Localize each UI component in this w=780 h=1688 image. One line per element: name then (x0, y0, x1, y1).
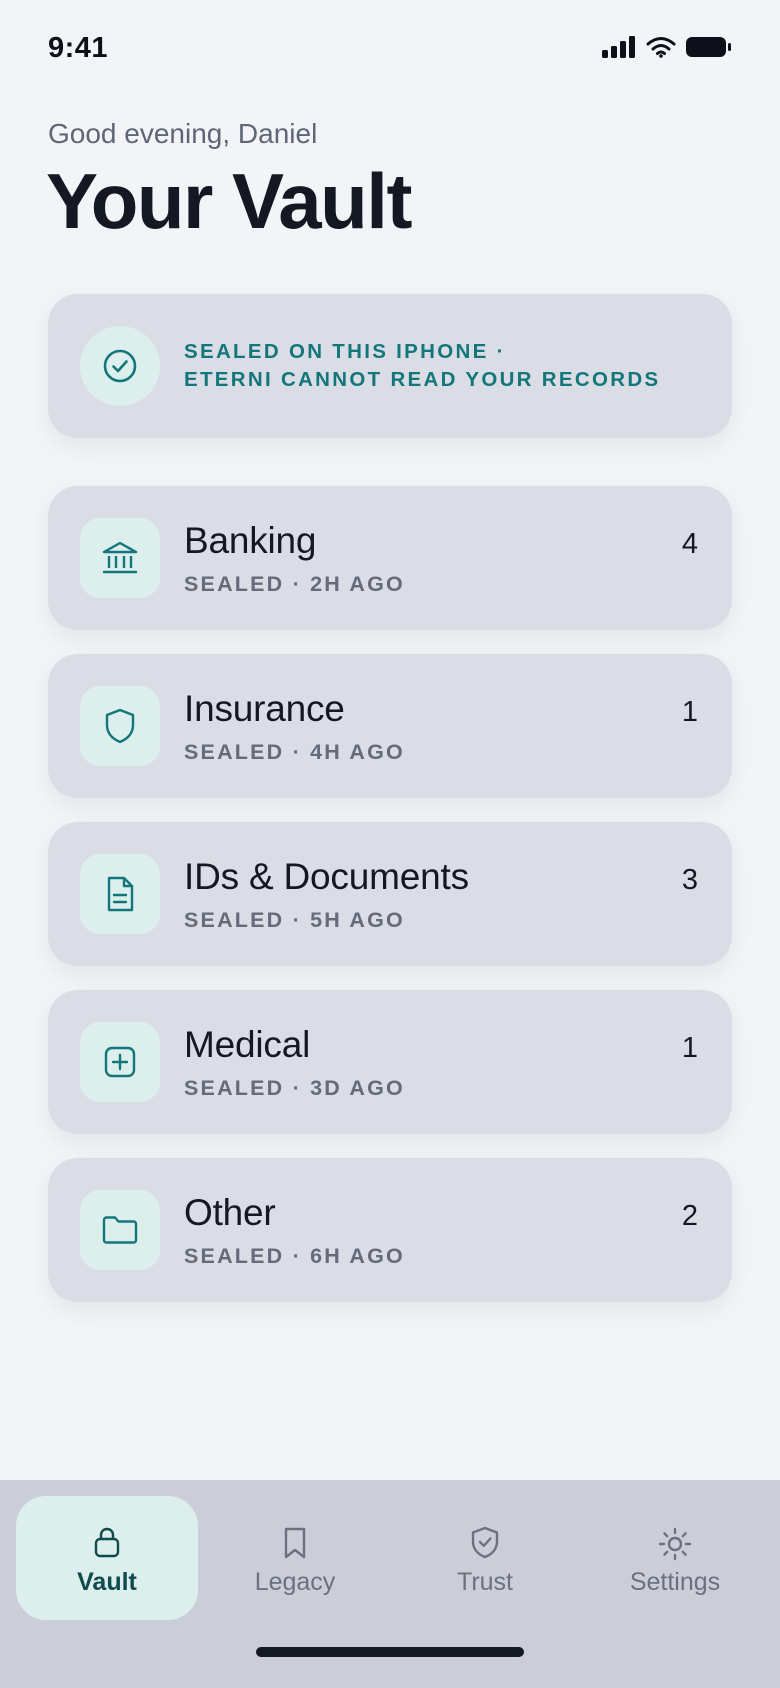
category-count: 1 (681, 696, 698, 728)
lock-icon (16, 1526, 198, 1558)
category-card-insurance[interactable]: Insurance SEALED · 4H AGO 1 (48, 654, 732, 798)
seal-message-line-2: ETERNI CANNOT READ YOUR RECORDS (184, 368, 661, 391)
greeting: Good evening, Daniel (48, 118, 318, 149)
status-time: 9:41 (48, 32, 109, 64)
document-icon (80, 854, 160, 934)
category-name: Insurance (184, 688, 345, 729)
category-status: SEALED · 2H AGO (184, 572, 405, 596)
category-status: SEALED · 6H AGO (184, 1244, 405, 1268)
category-count: 1 (681, 1032, 698, 1064)
seal-message-line-1: SEALED ON THIS IPHONE · (184, 340, 506, 363)
shield-check-icon (394, 1526, 576, 1560)
seal-message: SEALED ON THIS IPHONE · ETERNI CANNOT RE… (184, 338, 660, 394)
gear-icon (584, 1526, 766, 1562)
cellular-signal-icon (602, 36, 636, 58)
tab-label: Trust (456, 1568, 514, 1596)
bookmark-icon (204, 1526, 386, 1560)
category-name: Banking (184, 520, 317, 561)
category-card-other[interactable]: Other SEALED · 6H AGO 2 (48, 1158, 732, 1302)
category-status: SEALED · 5H AGO (184, 908, 405, 932)
category-count: 4 (681, 528, 698, 560)
folder-icon (80, 1190, 160, 1270)
category-card-banking[interactable]: Banking SEALED · 2H AGO 4 (48, 486, 732, 630)
home-indicator (256, 1647, 524, 1657)
tab-trust[interactable]: Trust (394, 1496, 576, 1620)
category-card-ids-documents[interactable]: IDs & Documents SEALED · 5H AGO 3 (48, 822, 732, 966)
category-name: Other (184, 1192, 276, 1233)
tab-settings[interactable]: Settings (584, 1496, 766, 1620)
tab-label: Vault (77, 1568, 137, 1596)
bank-icon (80, 518, 160, 598)
wifi-icon (646, 36, 676, 58)
tab-vault[interactable]: Vault (16, 1496, 198, 1620)
battery-icon (686, 36, 732, 58)
category-count: 2 (681, 1200, 698, 1232)
status-bar: 9:41 (0, 0, 780, 100)
tab-bar: Vault Legacy Trust Settings (0, 1480, 780, 1688)
category-name: IDs & Documents (184, 856, 469, 897)
shield-icon (80, 686, 160, 766)
category-count: 3 (681, 864, 698, 896)
medical-plus-icon (80, 1022, 160, 1102)
tab-label: Legacy (254, 1568, 336, 1596)
page-title: Your Vault (46, 157, 412, 245)
category-card-medical[interactable]: Medical SEALED · 3D AGO 1 (48, 990, 732, 1134)
check-circle-icon (80, 326, 160, 406)
category-status: SEALED · 4H AGO (184, 740, 405, 764)
tab-label: Settings (629, 1568, 721, 1596)
category-status: SEALED · 3D AGO (184, 1076, 405, 1100)
seal-status-banner: SEALED ON THIS IPHONE · ETERNI CANNOT RE… (48, 294, 732, 438)
category-name: Medical (184, 1024, 311, 1065)
status-icons (602, 36, 732, 58)
tab-legacy[interactable]: Legacy (204, 1496, 386, 1620)
vault-screen: 9:41 Good evening, Daniel Your Vault SEA… (0, 0, 780, 1688)
